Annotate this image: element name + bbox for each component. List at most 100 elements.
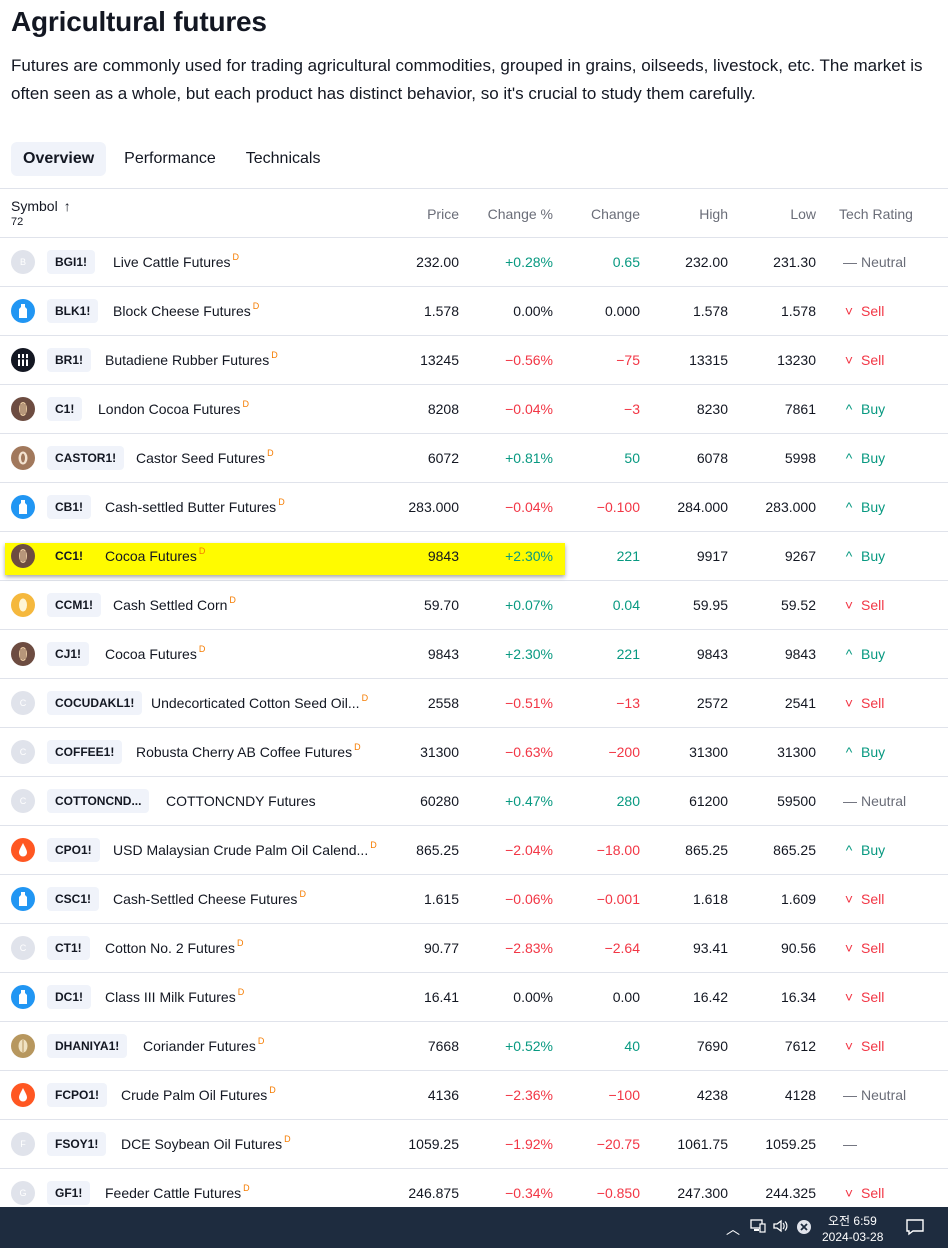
chevron-up-icon[interactable]: ︿ xyxy=(726,1219,740,1239)
delayed-data-marker: D xyxy=(361,693,369,703)
error-badge-icon[interactable] xyxy=(796,1219,812,1238)
chevron-down-icon: ˅ xyxy=(844,695,854,711)
table-row[interactable]: CJ1! Cocoa Futures D 9843 +2.30% 221 9843 9843 ^… xyxy=(0,630,948,679)
column-low[interactable]: Low xyxy=(790,206,816,222)
symbol-description[interactable]: Feeder Cattle Futures D xyxy=(105,1183,250,1201)
table-row[interactable]: CPO1! USD Malaysian Crude Palm Oil Calend… xyxy=(0,826,948,875)
table-row[interactable]: BR1! Butadiene Rubber Futures D 13245 −0.56%… xyxy=(0,336,948,385)
table-row[interactable]: BLK1! Block Cheese Futures D 1.578 0.00% 0.00… xyxy=(0,287,948,336)
symbol-description[interactable]: Live Cattle Futures D xyxy=(113,252,239,270)
change-cell: −13 xyxy=(616,695,640,711)
table-row[interactable]: B BGI1! Live Cattle Futures D 232.00 +0.28% 0.… xyxy=(0,238,948,287)
ticker-badge[interactable]: COCUDAKL1! xyxy=(47,691,143,715)
symbol-description[interactable]: Cash Settled Corn D xyxy=(113,595,236,613)
symbol-description[interactable]: Cocoa FuturesD xyxy=(105,644,205,662)
table-row[interactable]: C COFFEE1! Robusta Cherry AB Coffee Future… xyxy=(0,728,948,777)
symbol-description-text: Class III Milk Futures xyxy=(105,989,236,1005)
speaker-icon[interactable] xyxy=(773,1219,789,1236)
notification-icon[interactable] xyxy=(905,1218,925,1239)
ticker-badge[interactable]: CASTOR1! xyxy=(47,446,125,470)
symbol-description[interactable]: Cotton No. 2 Futures D xyxy=(105,938,244,956)
delayed-data-marker: D xyxy=(242,399,249,409)
ticker-badge[interactable]: GF1! xyxy=(47,1181,91,1205)
network-icon[interactable] xyxy=(750,1219,766,1236)
table-row[interactable]: C CT1! Cotton No. 2 Futures D 90.77 −2.83% −2.… xyxy=(0,924,948,973)
tech-rating-label: Buy xyxy=(861,744,886,760)
symbol-description[interactable]: DCE Soybean Oil Futures D xyxy=(121,1134,291,1152)
symbol-description[interactable]: COTTONCNDY Futures xyxy=(166,793,316,809)
ticker-badge[interactable]: COTTONCND... xyxy=(47,789,150,813)
ticker-badge[interactable]: FCPO1! xyxy=(47,1083,108,1107)
ticker-badge[interactable]: BLK1! xyxy=(47,299,99,323)
ticker-badge[interactable]: CCM1! xyxy=(47,593,101,617)
price-cell: 1.615 xyxy=(423,891,459,907)
table-row[interactable]: CASTOR1! Castor Seed Futures D 6072 +0.81% 50… xyxy=(0,434,948,483)
table-row[interactable]: C COCUDAKL1! Undecorticated Cotton Seed Oi… xyxy=(0,679,948,728)
clock-date[interactable]: 2024-03-28 xyxy=(822,1230,883,1244)
tab-technicals[interactable]: Technicals xyxy=(234,142,333,176)
tab-performance[interactable]: Performance xyxy=(112,142,228,176)
symbol-description[interactable]: Crude Palm Oil Futures D xyxy=(121,1085,276,1103)
low-cell: 31300 xyxy=(777,744,816,760)
symbol-description[interactable]: Cash-settled Butter Futures D xyxy=(105,497,285,515)
symbol-description-text: DCE Soybean Oil Futures xyxy=(121,1136,283,1152)
change-pct-cell: −2.83% xyxy=(505,940,553,956)
column-change-pct[interactable]: Change % xyxy=(488,206,553,222)
ticker-badge[interactable]: CB1! xyxy=(47,495,92,519)
ticker-badge[interactable]: DC1! xyxy=(47,985,92,1009)
tab-overview[interactable]: Overview xyxy=(11,142,107,176)
table-row[interactable]: C COTTONCND... COTTONCNDY Futures 60280 +0.4… xyxy=(0,777,948,826)
highlighted-row[interactable]: CC1! Cocoa Futures D 9843 +2.30% xyxy=(0,532,566,581)
symbol-description[interactable]: London Cocoa Futures D xyxy=(98,399,249,417)
tech-rating-label: Sell xyxy=(861,695,885,711)
table-row[interactable]: DHANIYA1! Coriander Futures D 7668 +0.52% 40 7… xyxy=(0,1022,948,1071)
table-row[interactable]: CSC1! Cash-Settled Cheese Futures D 1.615 −0… xyxy=(0,875,948,924)
symbol-description[interactable]: Castor Seed Futures D xyxy=(136,448,274,466)
symbol-description[interactable]: Robusta Cherry AB Coffee Futures D xyxy=(136,742,361,760)
symbol-description[interactable]: Cocoa FuturesD xyxy=(105,546,205,564)
delayed-data-marker: D xyxy=(236,938,244,948)
ticker-badge[interactable]: CT1! xyxy=(47,936,90,960)
symbol-description[interactable]: Cash-Settled Cheese Futures D xyxy=(113,889,306,907)
cocoa-logo-icon xyxy=(11,544,35,568)
ticker-badge[interactable]: COFFEE1! xyxy=(47,740,123,764)
column-price[interactable]: Price xyxy=(427,206,459,222)
ticker-badge[interactable]: CPO1! xyxy=(47,838,100,862)
column-high[interactable]: High xyxy=(699,206,728,222)
symbol-description[interactable]: Block Cheese Futures D xyxy=(113,301,259,319)
table-row[interactable]: DC1! Class III Milk Futures D 16.41 0.00% 0.0… xyxy=(0,973,948,1022)
table-row[interactable]: C1! London Cocoa Futures D 8208 −0.04% −3 8230… xyxy=(0,385,948,434)
ticker-badge[interactable]: CC1! xyxy=(47,544,91,568)
ticker-badge[interactable]: CSC1! xyxy=(47,887,100,911)
letter-logo-icon: F xyxy=(11,1132,35,1156)
letter-logo-icon: C xyxy=(11,936,35,960)
high-cell: 1.578 xyxy=(692,303,728,319)
change-cell: −18.00 xyxy=(596,842,640,858)
symbol-description[interactable]: Butadiene Rubber Futures D xyxy=(105,350,278,368)
column-tech-rating[interactable]: Tech Rating xyxy=(839,206,913,222)
symbol-description[interactable]: Coriander Futures D xyxy=(143,1036,264,1054)
change-pct-cell: −2.04% xyxy=(505,842,553,858)
symbol-description[interactable]: Class III Milk Futures D xyxy=(105,987,244,1005)
cocoa-logo-icon xyxy=(11,397,35,421)
symbol-description[interactable]: Undecorticated Cotton Seed Oil... D xyxy=(151,693,369,711)
ticker-badge[interactable]: BGI1! xyxy=(47,250,96,274)
ticker-badge[interactable]: FSOY1! xyxy=(47,1132,107,1156)
table-row[interactable]: F FSOY1! DCE Soybean Oil Futures D 1059.25 −1… xyxy=(0,1120,948,1169)
ticker-badge[interactable]: CJ1! xyxy=(47,642,90,666)
column-change[interactable]: Change xyxy=(591,206,640,222)
change-pct-cell: −0.63% xyxy=(505,744,553,760)
table-row[interactable]: CB1! Cash-settled Butter Futures D 283.000 −… xyxy=(0,483,948,532)
low-cell: 7612 xyxy=(784,1038,816,1054)
ticker-badge[interactable]: C1! xyxy=(47,397,83,421)
symbol-description-text: Block Cheese Futures xyxy=(113,303,251,319)
ticker-badge[interactable]: BR1! xyxy=(47,348,92,372)
ticker-badge[interactable]: DHANIYA1! xyxy=(47,1034,128,1058)
clock-time[interactable]: 오전 6:59 xyxy=(828,1212,877,1229)
table-row[interactable]: CCM1! Cash Settled Corn D 59.70 +0.07% 0.04 59… xyxy=(0,581,948,630)
column-symbol[interactable]: Symbol ↑ xyxy=(11,198,71,214)
symbol-description[interactable]: USD Malaysian Crude Palm Oil Calend... D xyxy=(113,840,377,858)
delayed-data-marker: D xyxy=(229,595,236,605)
change-pct-cell: −0.04% xyxy=(505,401,553,417)
table-row[interactable]: FCPO1! Crude Palm Oil Futures D 4136 −2.36% −… xyxy=(0,1071,948,1120)
